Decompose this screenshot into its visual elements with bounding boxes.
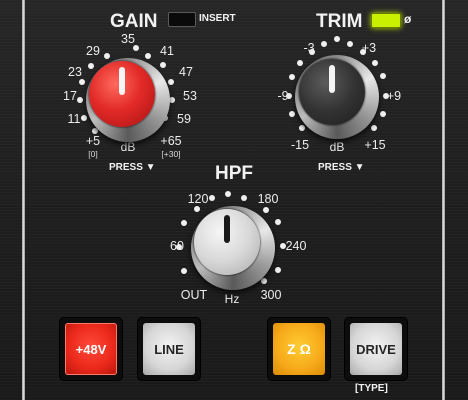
hpf-tick-dot bbox=[263, 207, 269, 213]
hpf-tick-label: 240 bbox=[285, 239, 307, 253]
drive-button-frame: DRIVE bbox=[345, 318, 407, 380]
gain-tick-label: 11 bbox=[67, 112, 81, 126]
preamp-panel: GAIN INSERT 35 41 47 53 59 +65 +5 11 17 … bbox=[0, 0, 468, 400]
trim-tick-dot bbox=[371, 125, 377, 131]
trim-tick-dot bbox=[289, 111, 295, 117]
hpf-tick-label: 120 bbox=[187, 192, 209, 206]
gain-tick-label: 17 bbox=[63, 89, 77, 103]
trim-knob-skirt[interactable] bbox=[295, 55, 379, 139]
gain-tick-label: 29 bbox=[86, 44, 100, 58]
trim-tick-label: +3 bbox=[361, 41, 377, 55]
trim-tick-dot bbox=[347, 41, 353, 47]
phase-led-button[interactable] bbox=[371, 13, 401, 28]
hpf-tick-label: 60 bbox=[170, 239, 184, 253]
hpf-knob[interactable] bbox=[194, 209, 260, 275]
hpf-unit: Hz bbox=[224, 292, 240, 306]
gain-tick-dot bbox=[79, 79, 85, 85]
drive-type-label: [TYPE] bbox=[355, 383, 388, 394]
phantom-button-frame: +48V bbox=[60, 318, 122, 380]
trim-knob-pointer bbox=[329, 65, 335, 93]
trim-knob[interactable] bbox=[299, 59, 365, 125]
gain-tick-dot bbox=[168, 79, 174, 85]
gain-tick-label: +65 bbox=[160, 134, 182, 148]
hpf-knob-pointer bbox=[224, 215, 230, 243]
gain-tick-dot bbox=[160, 62, 166, 68]
phantom-48v-button[interactable]: +48V bbox=[65, 323, 117, 375]
trim-tick-label: -3 bbox=[303, 41, 315, 55]
hpf-tick-label: OUT bbox=[180, 288, 208, 302]
trim-tick-dot bbox=[299, 125, 305, 131]
hpf-tick-dot bbox=[241, 195, 247, 201]
gain-knob[interactable] bbox=[89, 61, 155, 127]
impedance-button[interactable]: Z Ω bbox=[273, 323, 325, 375]
hpf-tick-dot bbox=[275, 219, 281, 225]
gain-knob-pointer bbox=[119, 67, 125, 95]
trim-tick-dot bbox=[380, 73, 386, 79]
gain-tick-label: 47 bbox=[179, 65, 193, 79]
trim-tick-label: -9 bbox=[277, 89, 289, 103]
gain-tick-label: 41 bbox=[160, 44, 174, 58]
insert-label: INSERT bbox=[199, 13, 236, 24]
trim-tick-dot bbox=[334, 36, 340, 42]
gain-tick-sublabel: [+30] bbox=[161, 149, 181, 159]
trim-tick-label: +15 bbox=[364, 138, 386, 152]
right-rail bbox=[442, 0, 445, 400]
gain-tick-dot bbox=[104, 53, 110, 59]
gain-unit: dB bbox=[120, 140, 136, 154]
trim-tick-label: +9 bbox=[386, 89, 402, 103]
gain-tick-dot bbox=[145, 53, 151, 59]
gain-tick-dot bbox=[81, 115, 87, 121]
trim-tick-dot bbox=[289, 74, 295, 80]
gain-tick-label: +5 bbox=[85, 134, 101, 148]
hpf-knob-skirt[interactable] bbox=[191, 206, 275, 290]
gain-title: GAIN bbox=[110, 11, 158, 32]
line-button-frame: LINE bbox=[138, 318, 200, 380]
gain-knob-skirt[interactable] bbox=[86, 58, 170, 142]
left-rail bbox=[22, 0, 25, 400]
gain-tick-dot bbox=[77, 97, 83, 103]
trim-unit: dB bbox=[329, 140, 345, 154]
insert-switch[interactable] bbox=[168, 12, 196, 27]
hpf-tick-dot bbox=[194, 206, 200, 212]
impedance-button-frame: Z Ω bbox=[268, 318, 330, 380]
phase-label: ø bbox=[404, 12, 412, 26]
hpf-tick-dot bbox=[275, 267, 281, 273]
trim-tick-dot bbox=[321, 41, 327, 47]
trim-tick-dot bbox=[297, 60, 303, 66]
gain-tick-sublabel: [0] bbox=[88, 149, 98, 159]
gain-tick-label: 23 bbox=[68, 65, 82, 79]
hpf-tick-dot bbox=[209, 195, 215, 201]
gain-tick-label: 53 bbox=[183, 89, 197, 103]
hpf-tick-dot bbox=[225, 191, 231, 197]
hpf-tick-dot bbox=[261, 278, 267, 284]
gain-press-label: PRESS ▼ bbox=[109, 162, 156, 173]
hpf-tick-dot bbox=[181, 268, 187, 274]
trim-tick-label: -15 bbox=[290, 138, 310, 152]
hpf-tick-label: 180 bbox=[257, 192, 279, 206]
trim-title: TRIM bbox=[316, 11, 363, 32]
line-button[interactable]: LINE bbox=[143, 323, 195, 375]
hpf-tick-dot bbox=[181, 220, 187, 226]
trim-tick-dot bbox=[380, 111, 386, 117]
drive-button[interactable]: DRIVE bbox=[350, 323, 402, 375]
hpf-title: HPF bbox=[215, 163, 253, 184]
gain-tick-dot bbox=[88, 63, 94, 69]
gain-tick-label: 59 bbox=[177, 112, 191, 126]
trim-press-label: PRESS ▼ bbox=[318, 162, 365, 173]
trim-tick-dot bbox=[372, 60, 378, 66]
gain-tick-label: 35 bbox=[121, 32, 135, 46]
hpf-tick-label: 300 bbox=[260, 288, 282, 302]
